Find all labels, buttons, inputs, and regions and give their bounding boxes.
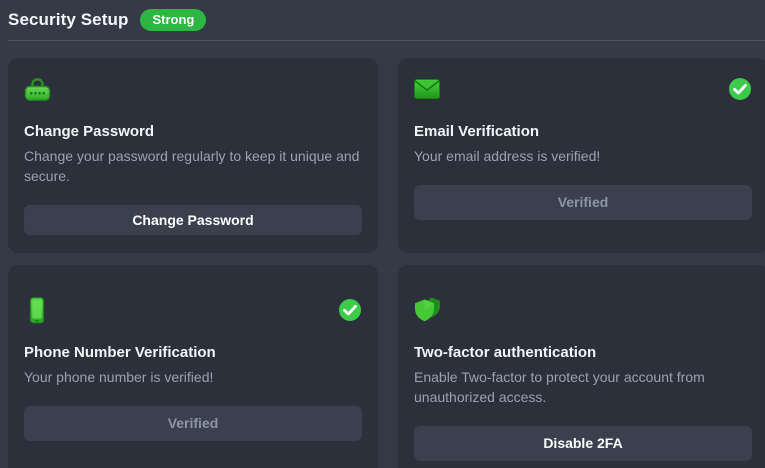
- card-two-factor: Two-factor authentication Enable Two-fac…: [398, 265, 765, 468]
- card-description: Change your password regularly to keep i…: [24, 147, 362, 187]
- check-circle-icon: [728, 77, 752, 101]
- page-title: Security Setup: [8, 10, 128, 30]
- card-title: Email Verification: [414, 123, 539, 140]
- card-description: Your email address is verified!: [414, 147, 600, 167]
- email-verified-button: Verified: [414, 185, 752, 220]
- card-phone-verification: Phone Number Verification Your phone num…: [8, 265, 378, 468]
- check-circle-icon: [338, 298, 362, 322]
- card-description: Enable Two-factor to protect your accoun…: [414, 368, 752, 408]
- security-strength-badge: Strong: [140, 9, 206, 31]
- disable-2fa-button[interactable]: Disable 2FA: [414, 426, 752, 461]
- security-cards-grid: Change Password Change your password reg…: [8, 58, 765, 468]
- envelope-icon: [414, 77, 440, 101]
- card-icon-row: [24, 297, 362, 323]
- card-icon-row: [414, 76, 752, 102]
- page-header: Security Setup Strong: [8, 0, 765, 41]
- card-title: Two-factor authentication: [414, 344, 596, 361]
- card-email-verification: Email Verification Your email address is…: [398, 58, 765, 253]
- security-setup-page: Security Setup Strong: [0, 0, 765, 468]
- card-description: Your phone number is verified!: [24, 368, 213, 388]
- card-title: Phone Number Verification: [24, 344, 216, 361]
- card-icon-row: [24, 76, 362, 102]
- shield-icon: [414, 297, 442, 323]
- lock-icon: [24, 76, 51, 102]
- change-password-button[interactable]: Change Password: [24, 205, 362, 235]
- card-title: Change Password: [24, 123, 154, 140]
- card-change-password: Change Password Change your password reg…: [8, 58, 378, 253]
- phone-verified-button: Verified: [24, 406, 362, 441]
- card-icon-row: [414, 297, 752, 323]
- smartphone-icon: [24, 297, 50, 324]
